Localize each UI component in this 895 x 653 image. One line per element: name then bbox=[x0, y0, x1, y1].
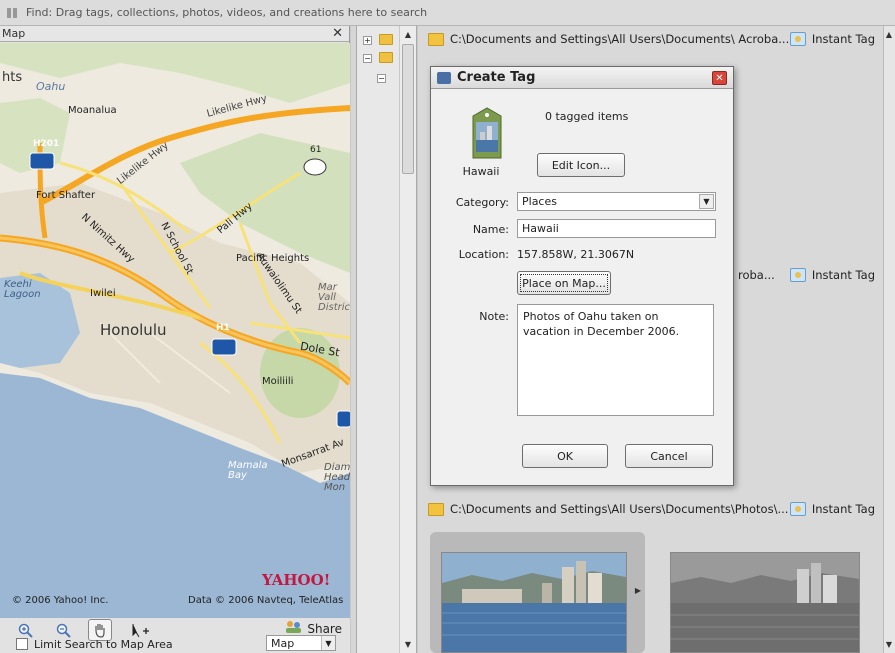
map-panel: Map ✕ hts Oahu Moanalua Likelike Hwy Lik… bbox=[0, 26, 350, 653]
map-data-credit: Data © 2006 Navteq, TeleAtlas bbox=[188, 595, 344, 606]
map-label: Moanalua bbox=[68, 105, 117, 116]
map-shield-label: H1 bbox=[216, 323, 230, 333]
instant-tag-label: Instant Tag bbox=[811, 268, 875, 282]
map-panel-title: Map bbox=[2, 27, 26, 40]
chevron-down-icon[interactable]: ▼ bbox=[699, 194, 714, 209]
instant-tag-label: Instant Tag bbox=[811, 502, 875, 516]
tree-scrollbar[interactable]: ▲ ▼ bbox=[399, 26, 416, 653]
limit-search-label: Limit Search to Map Area bbox=[34, 637, 173, 651]
folder-icon bbox=[428, 502, 444, 516]
map-view-select[interactable]: Map ▼ bbox=[266, 635, 336, 651]
tree-expander[interactable]: − bbox=[363, 54, 372, 63]
map-canvas[interactable] bbox=[0, 43, 350, 618]
map-shield-label: H201 bbox=[33, 139, 60, 149]
share-label: Share bbox=[307, 621, 342, 636]
find-icon bbox=[6, 6, 20, 20]
group-path: C:\Documents and Settings\All Users\Docu… bbox=[450, 32, 790, 46]
find-bar[interactable]: Find: Drag tags, collections, photos, vi… bbox=[0, 0, 895, 26]
instant-tag-icon bbox=[789, 32, 806, 46]
map-label: Mamala Bay bbox=[228, 460, 268, 481]
map-label: Keehi Lagoon bbox=[4, 279, 41, 300]
instant-tag-icon bbox=[789, 502, 806, 516]
cancel-button[interactable]: Cancel bbox=[625, 444, 713, 468]
group-header[interactable]: C:\Documents and Settings\All Users\Docu… bbox=[418, 26, 895, 52]
map-shield-label: 61 bbox=[310, 145, 322, 155]
name-label: Name: bbox=[472, 223, 509, 236]
tag-preview-caption: Hawaii bbox=[462, 165, 500, 178]
map-view[interactable]: hts Oahu Moanalua Likelike Hwy Likelike … bbox=[0, 43, 350, 618]
dialog-titlebar[interactable]: Create Tag bbox=[431, 67, 733, 89]
category-select-value: Places bbox=[522, 195, 557, 208]
tree-expander[interactable]: + bbox=[363, 36, 372, 45]
photo-thumbnail[interactable] bbox=[670, 552, 860, 653]
dialog-title: Create Tag bbox=[457, 70, 536, 85]
instant-tag-button[interactable]: Instant Tag bbox=[789, 32, 875, 46]
scroll-up-icon[interactable]: ▲ bbox=[883, 27, 895, 41]
map-label: Fort Shafter bbox=[36, 190, 96, 201]
yahoo-logo: YAHOO! bbox=[262, 571, 331, 589]
group-path: C:\Documents and Settings\All Users\Docu… bbox=[450, 502, 789, 516]
tag-icon bbox=[437, 71, 451, 84]
category-select[interactable]: Places ▼ bbox=[517, 192, 716, 211]
ok-button[interactable]: OK bbox=[522, 444, 608, 468]
selected-photo-tile[interactable]: ▶ bbox=[430, 532, 645, 653]
scrollbar-thumb[interactable] bbox=[402, 44, 414, 174]
expand-stack-icon[interactable]: ▶ bbox=[635, 586, 641, 595]
map-label: Honolulu bbox=[100, 321, 167, 339]
folder-tree: + − − ▲ ▼ bbox=[357, 26, 417, 653]
close-icon[interactable]: ✕ bbox=[332, 26, 343, 41]
map-view-select-value: Map bbox=[271, 636, 295, 650]
map-label: hts bbox=[2, 70, 23, 85]
map-label: Mar Vall Distric bbox=[318, 282, 350, 313]
create-tag-dialog: Create Tag ✕ Hawaii 0 tagged items Edit … bbox=[430, 66, 734, 486]
folder-icon bbox=[379, 52, 393, 63]
content-scrollbar[interactable]: ▲ ▼ bbox=[883, 26, 895, 653]
instant-tag-button[interactable]: Instant Tag bbox=[789, 268, 875, 282]
place-on-map-button[interactable]: Place on Map... bbox=[517, 271, 611, 295]
instant-tag-label: Instant Tag bbox=[811, 32, 875, 46]
note-label: Note: bbox=[479, 310, 509, 323]
scroll-down-icon[interactable]: ▼ bbox=[883, 637, 895, 651]
instant-tag-button[interactable]: Instant Tag bbox=[789, 502, 875, 516]
limit-search-row[interactable]: Limit Search to Map Area bbox=[16, 635, 173, 653]
map-label: Moiliili bbox=[262, 376, 294, 387]
instant-tag-icon bbox=[789, 268, 806, 282]
dialog-body: Hawaii 0 tagged items Edit Icon... Categ… bbox=[431, 90, 733, 485]
photo-thumbnail[interactable] bbox=[441, 552, 627, 653]
map-toolbar: Share Limit Search to Map Area Map ▼ bbox=[0, 618, 350, 653]
find-bar-text: Find: Drag tags, collections, photos, vi… bbox=[26, 6, 428, 19]
name-field-value: Hawaii bbox=[522, 222, 559, 235]
map-label: Iwilei bbox=[90, 288, 116, 299]
location-label: Location: bbox=[458, 248, 509, 261]
scroll-up-icon[interactable]: ▲ bbox=[401, 27, 415, 41]
map-panel-header: Map ✕ bbox=[0, 26, 349, 42]
note-textarea[interactable]: Photos of Oahu taken on vacation in Dece… bbox=[517, 304, 714, 416]
tag-preview-icon bbox=[469, 106, 505, 160]
group-header[interactable]: C:\Documents and Settings\All Users\Docu… bbox=[418, 496, 895, 522]
location-value: 157.858W, 21.3067N bbox=[517, 248, 635, 261]
folder-icon bbox=[379, 34, 393, 45]
chevron-down-icon[interactable]: ▼ bbox=[321, 636, 335, 650]
map-label: Diam Head Mon bbox=[324, 462, 350, 493]
edit-icon-button[interactable]: Edit Icon... bbox=[537, 153, 625, 177]
map-label: Oahu bbox=[36, 80, 66, 93]
map-label: Pacific Heights bbox=[236, 253, 310, 264]
tagged-items-count: 0 tagged items bbox=[545, 110, 629, 123]
group-path: roba... bbox=[738, 268, 775, 282]
map-copyright: © 2006 Yahoo! Inc. bbox=[12, 595, 109, 606]
scroll-down-icon[interactable]: ▼ bbox=[401, 637, 415, 651]
tree-expander[interactable]: − bbox=[377, 74, 386, 83]
close-icon[interactable]: ✕ bbox=[712, 71, 727, 85]
category-label: Category: bbox=[455, 196, 509, 209]
limit-search-checkbox[interactable] bbox=[16, 638, 28, 650]
folder-icon bbox=[428, 32, 444, 46]
name-field[interactable]: Hawaii bbox=[517, 219, 716, 238]
